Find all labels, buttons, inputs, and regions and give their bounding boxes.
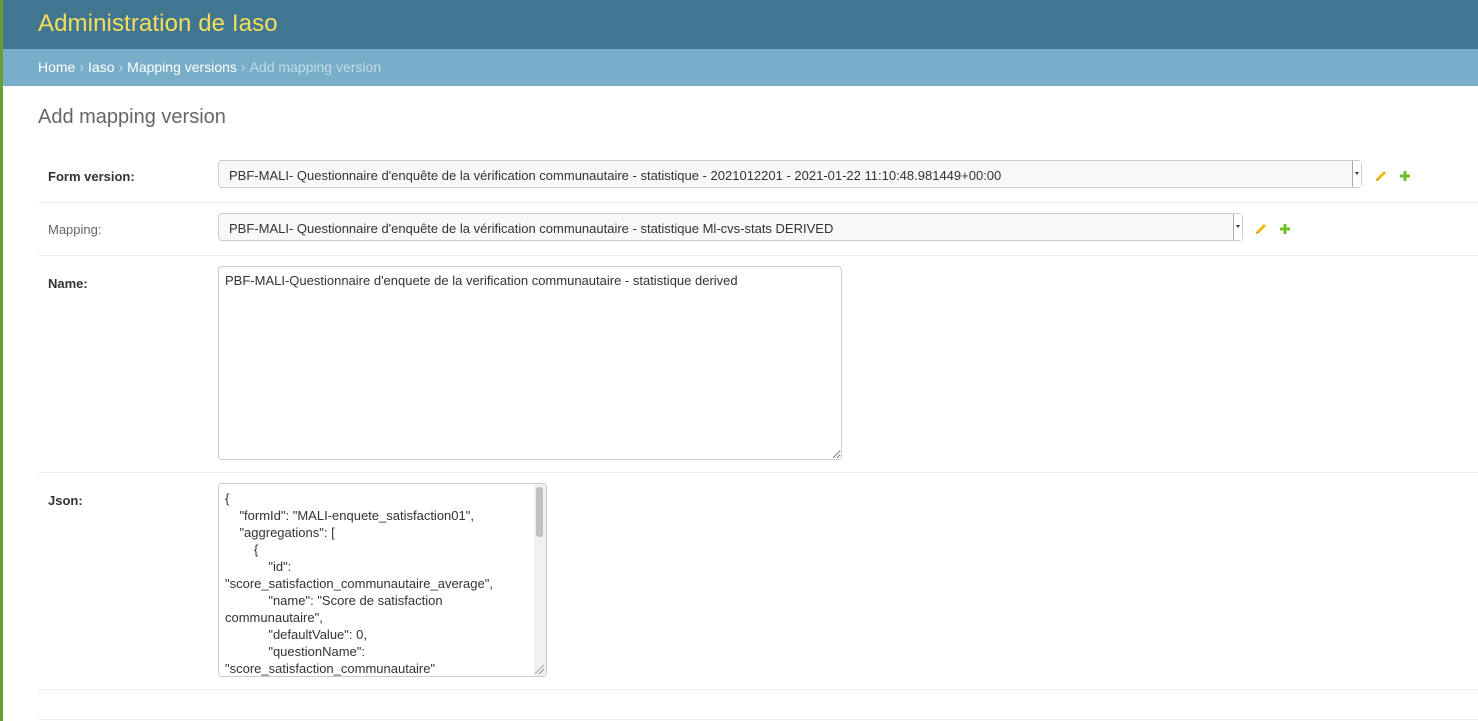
mapping-related-actions <box>1254 222 1298 238</box>
form-version-label: Form version: <box>48 169 135 184</box>
left-edge-accent <box>0 0 3 721</box>
json-scrollbar-thumb[interactable] <box>536 487 543 537</box>
mapping-label: Mapping: <box>48 222 102 237</box>
site-header: Administration de Iaso <box>0 0 1478 49</box>
form-version-selected: PBF-MALI- Questionnaire d'enquête de la … <box>229 168 1002 183</box>
mapping-row: Mapping: PBF-MALI- Questionnaire d'enquê… <box>38 203 1478 256</box>
breadcrumb-mapping-versions[interactable]: Mapping versions <box>127 59 237 75</box>
breadcrumb-iaso[interactable]: Iaso <box>88 59 114 75</box>
json-scrollbar[interactable] <box>534 484 546 676</box>
json-content: { "formId": "MALI-enquete_satisfaction01… <box>225 491 493 676</box>
json-label: Json: <box>48 493 83 508</box>
select-arrow-icon[interactable] <box>1233 214 1242 240</box>
breadcrumb: Home › Iaso › Mapping versions › Add mapping v… <box>0 49 1478 86</box>
form-version-related-actions <box>1374 169 1418 185</box>
mapping-select[interactable]: PBF-MALI- Questionnaire d'enquête de la … <box>218 213 1243 241</box>
json-row: Json: { "formId": "MALI-enquete_satisfac… <box>38 473 1478 690</box>
select-arrow-icon[interactable] <box>1352 161 1361 187</box>
breadcrumb-home[interactable]: Home <box>38 59 75 75</box>
plus-icon[interactable] <box>1278 222 1292 236</box>
site-title[interactable]: Administration de Iaso <box>38 10 278 38</box>
plus-icon[interactable] <box>1398 169 1412 183</box>
breadcrumb-separator: › <box>79 59 85 75</box>
pencil-icon[interactable] <box>1254 222 1268 236</box>
json-field[interactable]: { "formId": "MALI-enquete_satisfaction01… <box>218 483 547 677</box>
page-title: Add mapping version <box>38 106 226 128</box>
breadcrumb-separator: › <box>118 59 124 75</box>
name-field[interactable] <box>218 266 842 460</box>
name-row: Name: <box>38 256 1478 473</box>
name-label: Name: <box>48 276 88 291</box>
form-version-select[interactable]: PBF-MALI- Questionnaire d'enquête de la … <box>218 160 1362 188</box>
breadcrumb-separator: › <box>240 59 246 75</box>
form-version-row: Form version: PBF-MALI- Questionnaire d'… <box>38 150 1478 203</box>
breadcrumb-current: Add mapping version <box>249 59 382 75</box>
mapping-selected: PBF-MALI- Questionnaire d'enquête de la … <box>229 221 834 236</box>
divider <box>38 719 1478 720</box>
resize-grip-icon[interactable] <box>535 665 544 674</box>
pencil-icon[interactable] <box>1374 169 1388 183</box>
